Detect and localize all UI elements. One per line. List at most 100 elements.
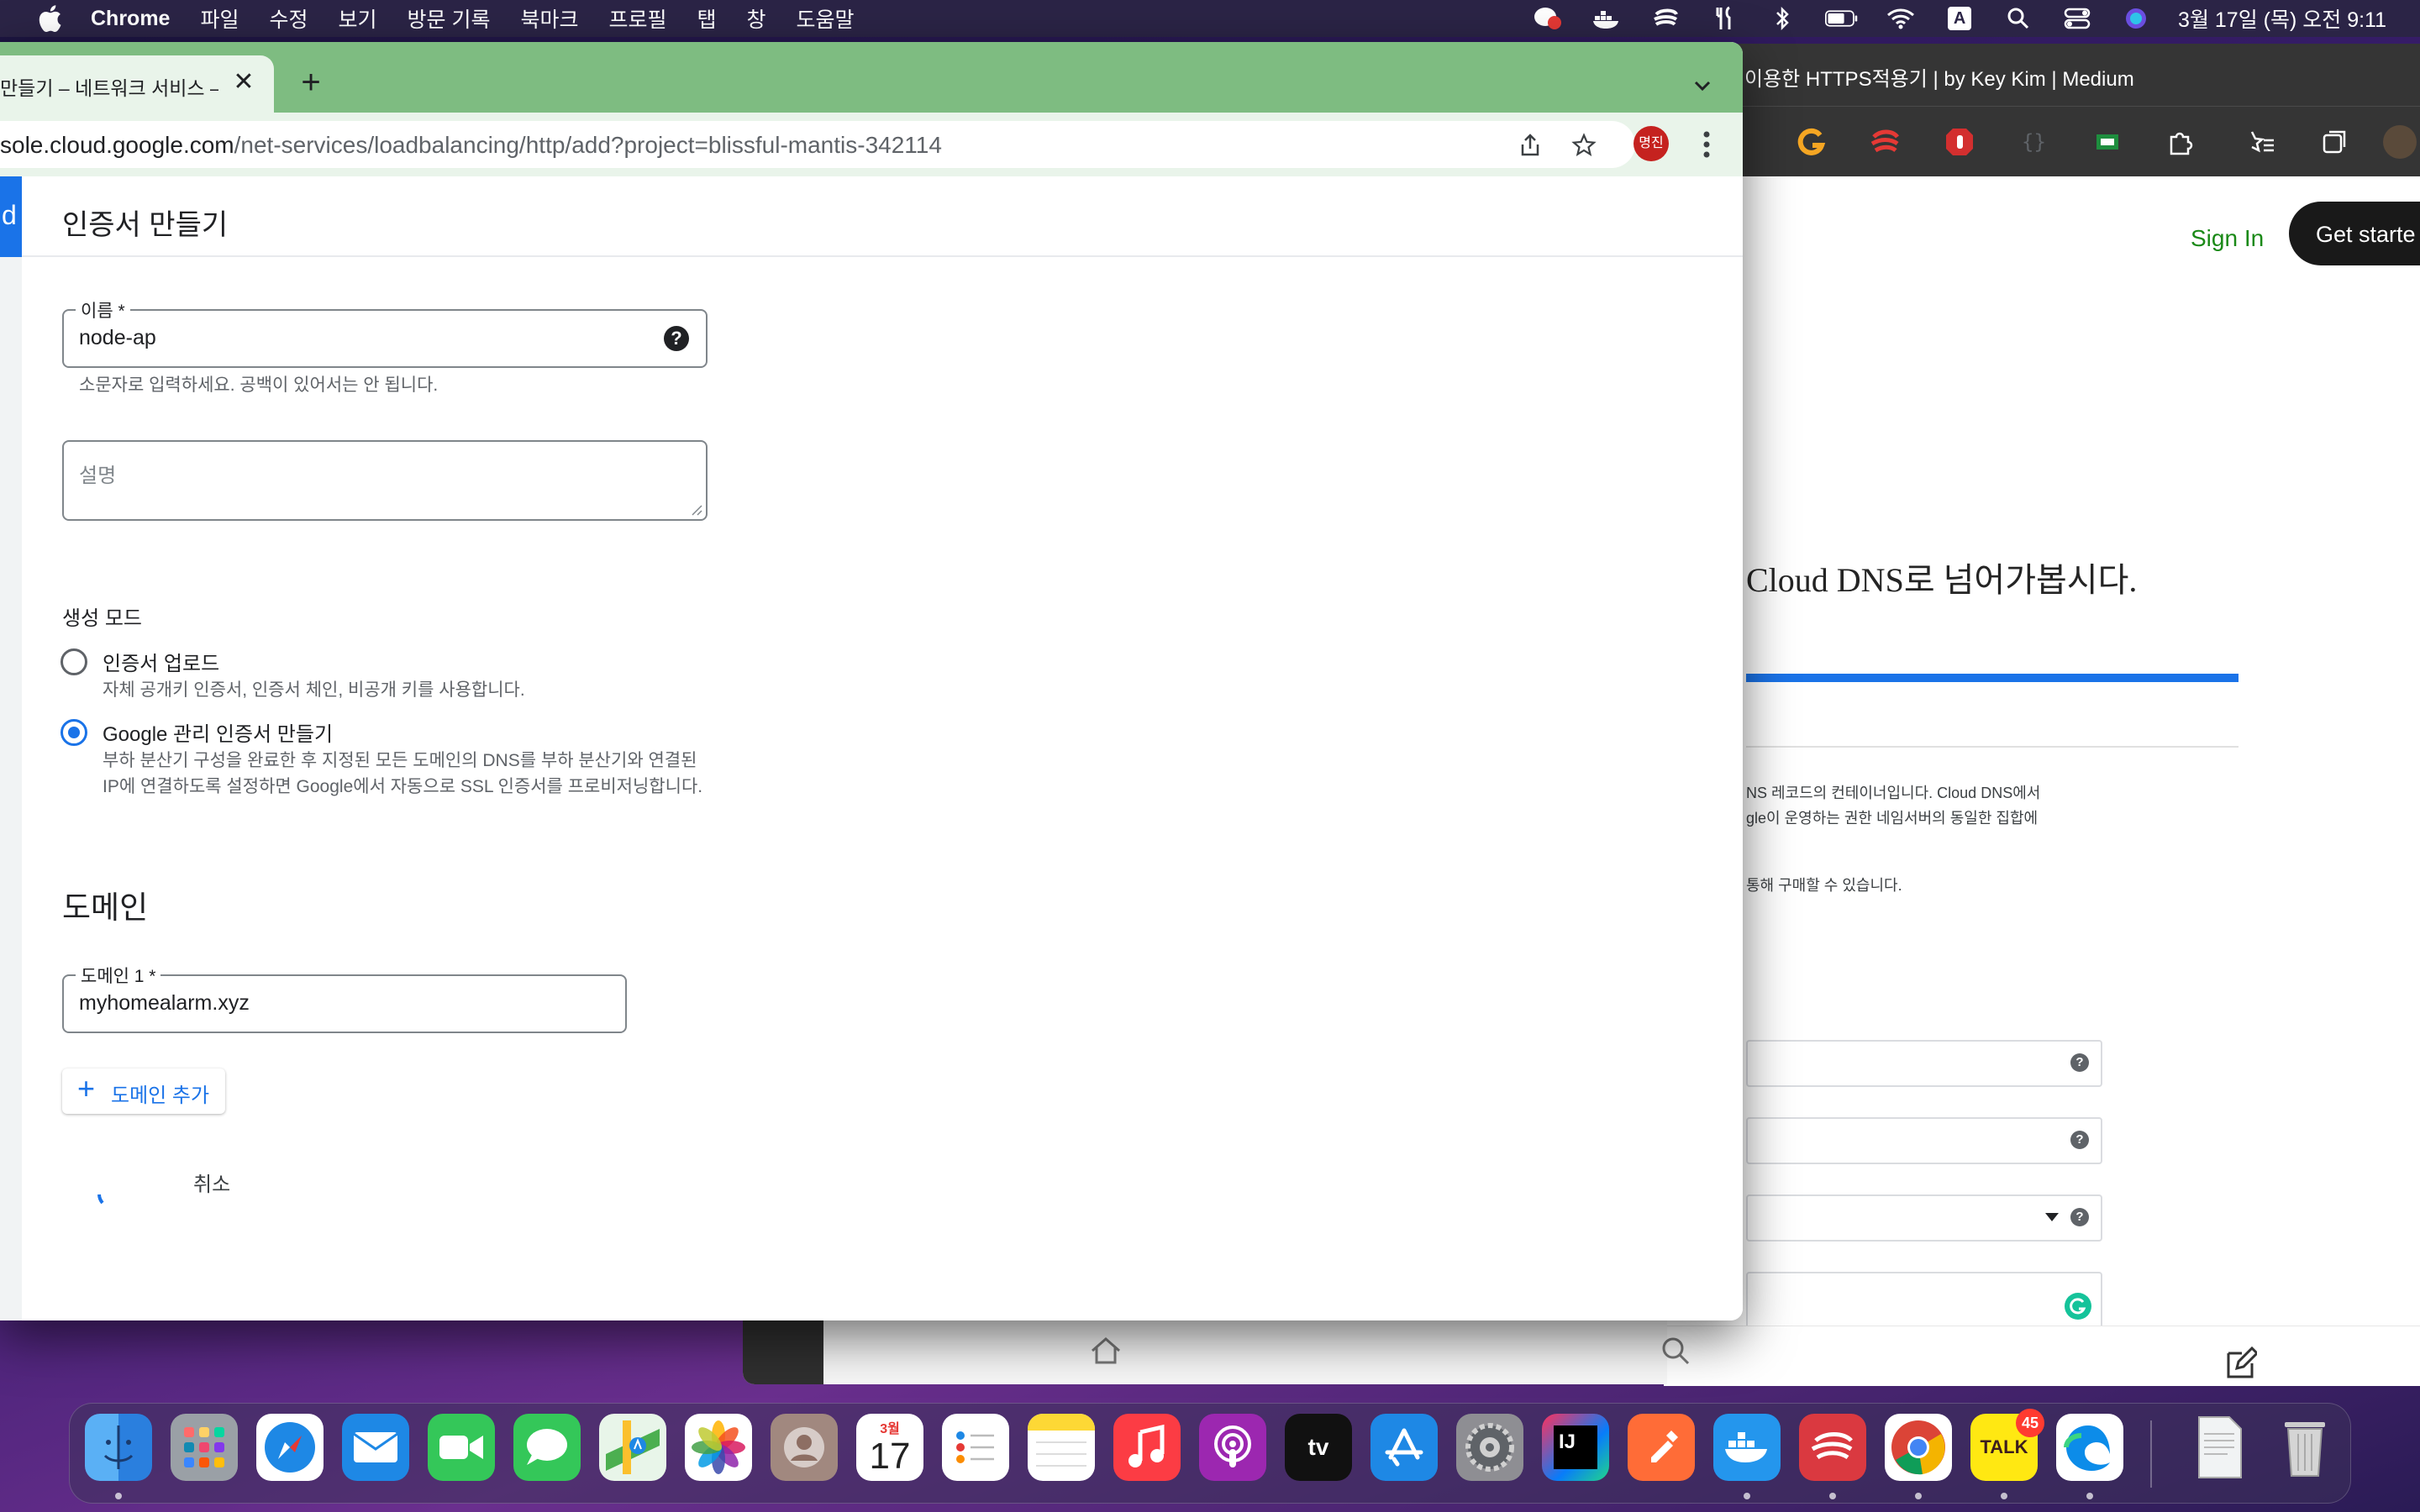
background-window-bottom-bar <box>743 1317 1690 1384</box>
description-field[interactable]: 설명 <box>62 440 708 521</box>
expressvpn-icon[interactable] <box>1799 1414 1866 1481</box>
spotlight-search-icon[interactable] <box>2002 6 2035 31</box>
music-icon[interactable] <box>1113 1414 1181 1481</box>
menu-edit[interactable]: 수정 <box>269 3 308 34</box>
medium-tab-title[interactable]: 이용한 HTTPS적용기 | by Key Kim | Medium <box>1744 62 2134 92</box>
notes-icon[interactable] <box>1028 1414 1095 1481</box>
help-icon: ? <box>2070 1131 2089 1149</box>
menu-history[interactable]: 방문 기록 <box>408 3 491 34</box>
contacts-icon[interactable] <box>771 1414 838 1481</box>
medium-sign-in-link[interactable]: Sign In <box>2191 225 2264 252</box>
apple-tv-icon[interactable]: tv <box>1285 1414 1352 1481</box>
radio-upload-certificate-label[interactable]: 인증서 업로드 <box>103 647 219 676</box>
menu-tab[interactable]: 탭 <box>697 3 717 34</box>
podcasts-icon[interactable] <box>1199 1414 1266 1481</box>
edge-icon[interactable] <box>2056 1414 2123 1481</box>
battery-icon[interactable] <box>1825 6 1859 31</box>
chat-status-icon[interactable] <box>1531 6 1565 31</box>
menu-help[interactable]: 도움말 <box>797 3 855 34</box>
extension-stop-hand-icon[interactable] <box>1943 125 1976 159</box>
extension-g-icon[interactable] <box>1795 125 1828 159</box>
tab-title: 만들기 – 네트워크 서비스 – N <box>0 77 218 99</box>
app-store-icon[interactable] <box>1370 1414 1438 1481</box>
embedded-select-field: ? <box>1746 1194 2102 1242</box>
home-icon[interactable] <box>1089 1334 1123 1368</box>
medium-get-started-button[interactable]: Get starte <box>2289 202 2420 265</box>
url-path: /net-services/loadbalancing/http/add?pro… <box>234 132 942 158</box>
cancel-button[interactable]: 취소 <box>193 1168 230 1197</box>
profile-avatar[interactable]: 명진 <box>1634 126 1669 161</box>
downloads-stack-icon[interactable] <box>2186 1414 2253 1481</box>
collections-icon[interactable] <box>2317 125 2351 159</box>
launchpad-icon[interactable] <box>171 1414 238 1481</box>
add-domain-button[interactable]: + 도메인 추가 <box>62 1068 225 1114</box>
name-field-value[interactable]: node-ap <box>79 326 156 350</box>
menu-app-name[interactable]: Chrome <box>91 7 170 31</box>
docker-dock-icon[interactable] <box>1713 1414 1781 1481</box>
domain-1-field[interactable]: 도메인 1 * myhomealarm.xyz <box>62 963 627 1033</box>
photos-icon[interactable] <box>685 1414 752 1481</box>
tab-close-icon[interactable]: ✕ <box>230 69 257 96</box>
write-icon[interactable] <box>2223 1347 2257 1380</box>
menu-file[interactable]: 파일 <box>200 3 239 34</box>
panel-header: 인증서 만들기 <box>22 176 1743 257</box>
input-source-icon[interactable]: A <box>1943 6 1976 31</box>
reading-list-icon[interactable] <box>2244 125 2277 159</box>
wifi-icon[interactable] <box>1884 6 1918 31</box>
radio-google-managed[interactable] <box>60 719 87 746</box>
share-icon[interactable] <box>1518 133 1543 158</box>
help-icon[interactable]: ? <box>664 326 689 351</box>
apple-menu-icon[interactable] <box>30 4 69 33</box>
maps-icon[interactable] <box>599 1414 666 1481</box>
plus-icon: + <box>77 1071 96 1105</box>
chrome-dock-icon[interactable] <box>1885 1414 1952 1481</box>
menu-window[interactable]: 창 <box>747 3 766 34</box>
safari-icon[interactable] <box>256 1414 324 1481</box>
extension-screen-icon[interactable] <box>2091 125 2124 159</box>
tab-search-chevron-icon[interactable] <box>1689 72 1716 99</box>
trash-icon[interactable] <box>2271 1414 2338 1481</box>
medium-profile-avatar[interactable] <box>2383 125 2417 159</box>
bookmark-star-icon[interactable] <box>1571 133 1597 158</box>
search-icon[interactable] <box>1659 1334 1692 1368</box>
siri-icon[interactable] <box>2119 6 2153 31</box>
kakaotalk-icon[interactable]: TALK 45 <box>1970 1409 2044 1481</box>
vpn-icon[interactable] <box>1649 6 1682 31</box>
name-field[interactable]: 이름 * node-ap ? <box>62 297 708 368</box>
facetime-icon[interactable] <box>428 1414 495 1481</box>
system-preferences-icon[interactable] <box>1456 1414 1523 1481</box>
chrome-tab-active[interactable]: 만들기 – 네트워크 서비스 – N ✕ <box>0 55 274 113</box>
radio-upload-certificate[interactable] <box>60 648 87 675</box>
calendar-icon[interactable]: 3월 17 <box>856 1414 923 1481</box>
radio-google-managed-label[interactable]: Google 관리 인증서 만들기 <box>103 717 333 747</box>
tools-icon[interactable] <box>1707 6 1741 31</box>
menu-bookmarks[interactable]: 북마크 <box>520 3 578 34</box>
new-tab-button[interactable]: + <box>292 66 329 102</box>
finder-icon[interactable] <box>85 1414 152 1481</box>
bluetooth-icon[interactable] <box>1766 6 1800 31</box>
extension-json-icon[interactable]: {} <box>2017 125 2050 159</box>
extension-vpn-icon[interactable] <box>1869 125 1902 159</box>
extensions-puzzle-icon[interactable] <box>2163 125 2196 159</box>
url-text[interactable]: sole.cloud.google.com/net-services/loadb… <box>0 132 942 159</box>
resize-handle-icon[interactable] <box>689 502 702 516</box>
messages-icon[interactable] <box>513 1414 581 1481</box>
loading-spinner-icon <box>97 1194 104 1205</box>
menu-clock[interactable]: 3월 17일 (목) 오전 9:11 <box>2178 3 2386 34</box>
postman-icon[interactable] <box>1628 1414 1695 1481</box>
control-center-icon[interactable] <box>2060 6 2094 31</box>
description-placeholder: 설명 <box>79 465 117 487</box>
input-source-label: A <box>1948 7 1972 30</box>
menu-view[interactable]: 보기 <box>339 3 377 34</box>
domain-1-field-value[interactable]: myhomealarm.xyz <box>79 991 250 1016</box>
address-bar[interactable]: sole.cloud.google.com/net-services/loadb… <box>0 121 1635 168</box>
reminders-icon[interactable] <box>942 1414 1009 1481</box>
intellij-idea-icon[interactable]: IJ <box>1542 1414 1609 1481</box>
mail-icon[interactable] <box>342 1414 409 1481</box>
grammarly-icon[interactable] <box>2064 1292 2092 1320</box>
domain-1-field-label: 도메인 1 * <box>76 963 161 988</box>
docker-icon[interactable] <box>1590 6 1623 31</box>
background-window-edge <box>743 1317 823 1384</box>
menu-profiles[interactable]: 프로필 <box>608 3 666 34</box>
more-menu-icon[interactable] <box>1694 128 1719 161</box>
